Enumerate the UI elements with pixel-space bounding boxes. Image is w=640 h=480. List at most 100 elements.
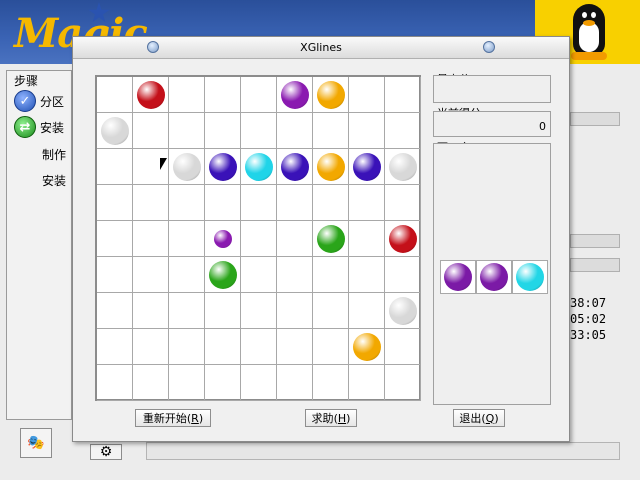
board-cell[interactable] xyxy=(133,221,169,257)
board-cell[interactable] xyxy=(97,185,133,221)
next-ball xyxy=(480,263,508,291)
orange-ball[interactable] xyxy=(317,81,345,109)
white-ball[interactable] xyxy=(173,153,201,181)
indigo-ball[interactable] xyxy=(281,153,309,181)
board-cell[interactable] xyxy=(97,257,133,293)
game-board[interactable] xyxy=(95,75,421,401)
board-cell[interactable] xyxy=(133,329,169,365)
green-ball[interactable] xyxy=(209,261,237,289)
board-cell[interactable] xyxy=(385,185,421,221)
board-cell[interactable] xyxy=(349,113,385,149)
board-cell[interactable] xyxy=(385,113,421,149)
help-button[interactable]: 求助(H) xyxy=(305,409,357,427)
board-cell[interactable] xyxy=(133,293,169,329)
board-cell[interactable] xyxy=(277,221,313,257)
board-cell[interactable] xyxy=(133,113,169,149)
green-ball[interactable] xyxy=(317,225,345,253)
board-cell[interactable] xyxy=(277,293,313,329)
board-cell[interactable] xyxy=(241,221,277,257)
board-cell[interactable] xyxy=(241,329,277,365)
board-cell[interactable] xyxy=(349,365,385,401)
white-ball[interactable] xyxy=(101,117,129,145)
board-cell[interactable] xyxy=(277,329,313,365)
board-cell[interactable] xyxy=(97,77,133,113)
board-cell[interactable] xyxy=(385,365,421,401)
board-cell[interactable] xyxy=(133,365,169,401)
board-cell[interactable] xyxy=(97,365,133,401)
board-cell[interactable] xyxy=(97,293,133,329)
board-cell[interactable] xyxy=(205,293,241,329)
board-cell[interactable] xyxy=(97,329,133,365)
red-ball[interactable] xyxy=(137,81,165,109)
board-cell[interactable] xyxy=(313,257,349,293)
board-cell[interactable] xyxy=(205,185,241,221)
indigo-ball[interactable] xyxy=(353,153,381,181)
board-cell[interactable] xyxy=(277,365,313,401)
window-close-button[interactable] xyxy=(483,41,495,53)
title-bar[interactable]: XGlines xyxy=(73,37,569,59)
board-cell[interactable] xyxy=(277,185,313,221)
status-field xyxy=(146,442,620,460)
board-cell[interactable] xyxy=(205,77,241,113)
board-cell[interactable] xyxy=(133,185,169,221)
cyan-ball[interactable] xyxy=(245,153,273,181)
board-cell[interactable] xyxy=(97,149,133,185)
orange-ball[interactable] xyxy=(353,333,381,361)
board-cell[interactable] xyxy=(169,185,205,221)
board-cell[interactable] xyxy=(385,77,421,113)
board-cell[interactable] xyxy=(241,293,277,329)
orange-ball[interactable] xyxy=(317,153,345,181)
restart-button[interactable]: 重新开始(R) xyxy=(135,409,211,427)
indigo-ball[interactable] xyxy=(209,153,237,181)
board-cell[interactable] xyxy=(313,329,349,365)
steps-title: 步骤 xyxy=(14,74,39,88)
board-cell[interactable] xyxy=(169,365,205,401)
board-cell[interactable] xyxy=(349,257,385,293)
board-cell[interactable] xyxy=(169,77,205,113)
time-readout: 33:05 xyxy=(570,328,607,342)
board-cell[interactable] xyxy=(241,257,277,293)
quit-label: 退出 xyxy=(459,412,482,425)
board-cell[interactable] xyxy=(205,329,241,365)
board-cell[interactable] xyxy=(385,257,421,293)
board-cell[interactable] xyxy=(313,365,349,401)
board-cell[interactable] xyxy=(205,365,241,401)
purple-ball[interactable] xyxy=(214,230,232,248)
game-pad-icon[interactable]: ⚙ xyxy=(90,444,122,460)
board-cell[interactable] xyxy=(169,257,205,293)
board-cell[interactable] xyxy=(133,257,169,293)
board-cell[interactable] xyxy=(241,185,277,221)
mouse-cursor xyxy=(160,158,167,170)
board-cell[interactable] xyxy=(205,113,241,149)
board-cell[interactable] xyxy=(349,221,385,257)
step-label: 制作 xyxy=(42,148,67,162)
progress-bar xyxy=(570,112,620,126)
red-ball[interactable] xyxy=(389,225,417,253)
board-cell[interactable] xyxy=(169,329,205,365)
board-cell[interactable] xyxy=(169,293,205,329)
board-cell[interactable] xyxy=(349,293,385,329)
white-ball[interactable] xyxy=(389,153,417,181)
white-ball[interactable] xyxy=(389,297,417,325)
board-cell[interactable] xyxy=(349,185,385,221)
board-cell[interactable] xyxy=(97,221,133,257)
board-cell[interactable] xyxy=(241,77,277,113)
step-label: 安装 xyxy=(40,120,65,135)
board-cell[interactable] xyxy=(313,185,349,221)
board-cell[interactable] xyxy=(169,113,205,149)
board-cell[interactable] xyxy=(349,77,385,113)
quit-button[interactable]: 退出(Q) xyxy=(453,409,505,427)
board-cell[interactable] xyxy=(385,329,421,365)
step-make: 制作 xyxy=(42,146,66,163)
board-cell[interactable] xyxy=(241,113,277,149)
board-cell[interactable] xyxy=(277,113,313,149)
current-score-value: 0 xyxy=(539,120,546,133)
time-readout: 05:02 xyxy=(570,312,607,326)
board-cell[interactable] xyxy=(169,221,205,257)
purple-ball[interactable] xyxy=(281,81,309,109)
board-cell[interactable] xyxy=(313,113,349,149)
theater-masks-icon[interactable]: 🎭 xyxy=(20,428,52,458)
board-cell[interactable] xyxy=(313,293,349,329)
board-cell[interactable] xyxy=(241,365,277,401)
board-cell[interactable] xyxy=(277,257,313,293)
